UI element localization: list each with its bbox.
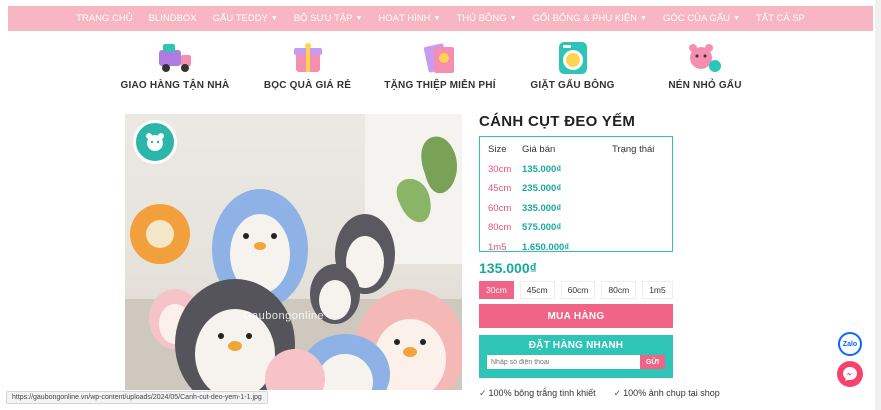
product-image[interactable]: Gaubongonline	[125, 114, 462, 390]
feature-wash: GIẶT GẤU BÔNG	[508, 40, 638, 100]
table-header-row: Size Giá bán Trạng thái	[488, 140, 664, 160]
row-price: 575.000₫	[522, 222, 562, 234]
table-row: 45cm 235.000₫	[488, 179, 664, 199]
check-icon: ✓	[613, 388, 622, 398]
feature-strip: GIAO HÀNG TẬN NHÀ BỌC QUÀ GIÁ RẺ TẶNG TH…	[110, 40, 770, 100]
assurance-list: ✓ 100% bông trắng tinh khiết ✓ 100% ảnh ch…	[479, 388, 720, 399]
nav-item-bo-suu-tap[interactable]: BỘ SƯU TẬP ▼	[286, 13, 371, 24]
nav-item-thu-bong[interactable]: THÚ BÔNG ▼	[448, 13, 524, 24]
phone-input[interactable]	[487, 355, 640, 369]
washing-machine-icon	[553, 40, 593, 76]
zalo-chat-button[interactable]: Zalo	[838, 332, 862, 356]
nav-item-goc-cua-gau[interactable]: GÓC CỦA GẤU ▼	[655, 13, 748, 24]
product-title: CÁNH CỤT ĐEO YẾM	[479, 113, 636, 130]
table-row: 1m5 1.650.000₫	[488, 238, 664, 258]
nav-item-blindbox[interactable]: BLINDBOX	[141, 13, 205, 24]
feature-delivery: GIAO HÀNG TẬN NHÀ	[110, 40, 240, 100]
row-price: 1.650.000₫	[522, 241, 570, 253]
nav-label: BLINDBOX	[148, 13, 197, 24]
buy-button[interactable]: MUA HÀNG	[479, 304, 673, 328]
gift-wrap-icon	[288, 40, 328, 76]
shop-logo-badge	[133, 120, 177, 164]
assurance-text: 100% bông trắng tinh khiết	[488, 388, 596, 398]
nav-label: THÚ BÔNG	[456, 13, 507, 24]
chevron-down-icon: ▼	[433, 15, 441, 22]
feature-label: BỌC QUÀ GIÁ RẺ	[263, 80, 352, 91]
quick-order-title: ĐẶT HÀNG NHANH	[528, 340, 624, 351]
row-size: 80cm	[488, 222, 512, 234]
messenger-icon	[843, 367, 857, 381]
feature-label: NÉN NHỎ GẤU	[668, 80, 742, 91]
row-price: 335.000₫	[522, 202, 562, 214]
chevron-down-icon: ▼	[270, 15, 278, 22]
chevron-down-icon: ▼	[355, 15, 363, 22]
header-status: Trạng thái	[612, 144, 655, 156]
nav-item-hoat-hinh[interactable]: HOẠT HÌNH ▼	[370, 13, 448, 24]
check-icon: ✓	[479, 388, 487, 398]
nav-label: GÓC CỦA GẤU	[662, 13, 731, 24]
nav-item-goi-bong[interactable]: GỐI BÔNG & PHỤ KIỆN ▼	[525, 13, 655, 24]
zalo-label: Zalo	[842, 340, 858, 348]
feature-label: GIẶT GẤU BÔNG	[530, 80, 615, 91]
shrink-bear-icon	[685, 40, 725, 76]
nav-item-trang-chu[interactable]: TRANG CHỦ	[68, 13, 140, 24]
chevron-down-icon: ▼	[640, 15, 647, 22]
greeting-card-icon	[420, 40, 460, 76]
table-row: 30cm 135.000₫	[488, 160, 664, 180]
nav-item-tat-ca-sp[interactable]: TẤT CẢ SP	[748, 13, 813, 24]
nav-item-gau-teddy[interactable]: GẤU TEDDY ▼	[205, 13, 286, 24]
size-option-1m5[interactable]: 1m5	[642, 281, 673, 299]
assurance-item: ✓ 100% bông trắng tinh khiết	[479, 388, 596, 399]
size-options: 30cm 45cm 60cm 80cm 1m5	[479, 281, 673, 299]
chevron-down-icon: ▼	[509, 15, 517, 22]
nav-label: GỐI BÔNG & PHỤ KIỆN	[532, 13, 638, 24]
nav-label: TRANG CHỦ	[76, 13, 133, 24]
feature-label: GIAO HÀNG TẬN NHÀ	[120, 80, 230, 91]
delivery-truck-icon	[155, 40, 195, 76]
feature-greeting-card: TẶNG THIỆP MIỄN PHÍ	[375, 40, 505, 100]
top-nav-bar: TRANG CHỦ BLINDBOX GẤU TEDDY ▼ BỘ SƯU TẬP…	[8, 6, 873, 31]
quick-order-form: GỬI	[487, 355, 665, 369]
header-size: Size	[488, 144, 507, 156]
send-button[interactable]: GỬI	[640, 355, 665, 369]
messenger-chat-button[interactable]	[837, 361, 863, 387]
size-option-45cm[interactable]: 45cm	[519, 281, 555, 299]
size-option-30cm[interactable]: 30cm	[479, 281, 514, 299]
row-price: 135.000₫	[522, 163, 562, 175]
row-size: 45cm	[488, 183, 512, 195]
current-price: 135.000₫	[479, 260, 537, 276]
feature-label: TẶNG THIỆP MIỄN PHÍ	[384, 80, 496, 91]
feature-gift-wrap: BỌC QUÀ GIÁ RẺ	[243, 40, 373, 100]
status-bar-url: https://gaubongonline.vn/wp-content/uplo…	[6, 391, 268, 404]
price-table: Size Giá bán Trạng thái 30cm 135.000₫ 45…	[479, 136, 673, 253]
chevron-down-icon: ▼	[733, 15, 740, 22]
row-size: 30cm	[488, 163, 512, 175]
scrollbar[interactable]	[875, 0, 881, 410]
size-option-60cm[interactable]: 60cm	[560, 281, 596, 299]
feature-shrink-bear: NÉN NHỎ GẤU	[640, 40, 770, 100]
row-size: 60cm	[488, 202, 512, 214]
row-price: 235.000₫	[522, 183, 562, 195]
image-watermark: Gaubongonline	[243, 310, 325, 322]
assurance-text: 100% ảnh chụp tại shop	[623, 388, 720, 398]
nav-label: BỘ SƯU TẬP	[293, 13, 353, 24]
nav-label: HOẠT HÌNH	[378, 13, 431, 24]
table-row: 60cm 335.000₫	[488, 199, 664, 219]
penguin-plush-photo	[125, 114, 462, 390]
quick-order-box: ĐẶT HÀNG NHANH GỬI	[479, 335, 673, 378]
table-row: 80cm 575.000₫	[488, 218, 664, 238]
row-size: 1m5	[488, 241, 507, 253]
assurance-item: ✓ 100% ảnh chụp tại shop	[614, 388, 720, 399]
nav-label: GẤU TEDDY	[212, 13, 268, 24]
nav-label: TẤT CẢ SP	[755, 13, 805, 24]
header-price: Giá bán	[522, 144, 556, 156]
size-option-80cm[interactable]: 80cm	[601, 281, 637, 299]
